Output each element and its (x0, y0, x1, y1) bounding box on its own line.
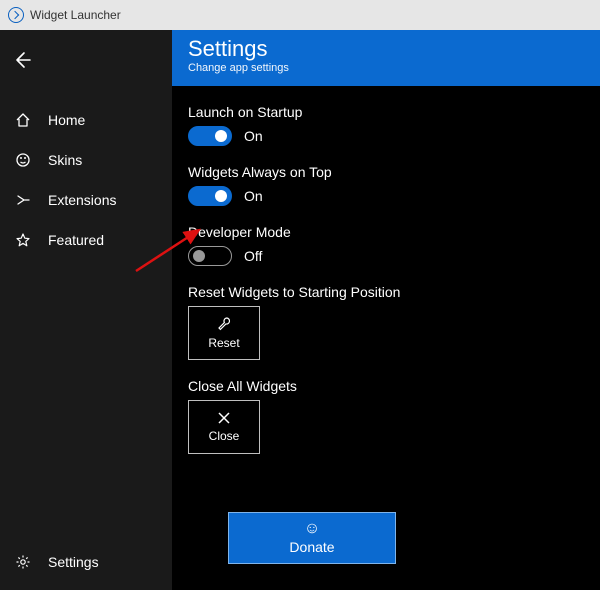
page-header: Settings Change app settings (172, 30, 600, 86)
sidebar-item-label: Skins (48, 152, 82, 168)
toggle-developer-mode[interactable] (188, 246, 232, 266)
app-icon (8, 7, 24, 23)
setting-label: Developer Mode (188, 224, 584, 240)
settings-content: Launch on Startup On Widgets Always on T… (172, 86, 600, 590)
button-label: Reset (208, 336, 239, 350)
donate-button[interactable]: ☺ Donate (228, 512, 396, 564)
setting-label: Widgets Always on Top (188, 164, 584, 180)
sidebar-item-home[interactable]: Home (0, 100, 172, 140)
toggle-state: Off (244, 248, 262, 264)
sidebar-item-extensions[interactable]: Extensions (0, 180, 172, 220)
reset-button[interactable]: Reset (188, 306, 260, 360)
toggle-state: On (244, 188, 263, 204)
setting-developer-mode: Developer Mode Off (188, 224, 584, 266)
nav-list: Home Skins Extensions Featured (0, 100, 172, 542)
setting-reset-widgets: Reset Widgets to Starting Position Reset (188, 284, 584, 360)
sidebar-item-label: Home (48, 112, 85, 128)
skins-icon (14, 151, 32, 169)
sidebar-item-featured[interactable]: Featured (0, 220, 172, 260)
toggle-always-on-top[interactable] (188, 186, 232, 206)
close-all-button[interactable]: Close (188, 400, 260, 454)
sidebar-item-settings[interactable]: Settings (0, 542, 172, 582)
sidebar-item-label: Settings (48, 554, 99, 570)
sidebar: Home Skins Extensions Featured (0, 30, 172, 590)
toggle-launch-on-startup[interactable] (188, 126, 232, 146)
close-icon (217, 411, 231, 425)
sidebar-item-label: Featured (48, 232, 104, 248)
smile-icon: ☺ (304, 521, 320, 537)
toggle-state: On (244, 128, 263, 144)
page-subtitle: Change app settings (188, 62, 584, 74)
sidebar-item-skins[interactable]: Skins (0, 140, 172, 180)
window-title: Widget Launcher (30, 8, 121, 22)
titlebar: Widget Launcher (0, 0, 600, 30)
arrow-left-icon (12, 50, 32, 70)
sidebar-item-label: Extensions (48, 192, 116, 208)
setting-close-all: Close All Widgets Close (188, 378, 584, 454)
main-panel: Settings Change app settings Launch on S… (172, 30, 600, 590)
gear-icon (14, 553, 32, 571)
setting-always-on-top: Widgets Always on Top On (188, 164, 584, 206)
setting-launch-on-startup: Launch on Startup On (188, 104, 584, 146)
extensions-icon (14, 191, 32, 209)
setting-label: Close All Widgets (188, 378, 584, 394)
star-icon (14, 231, 32, 249)
back-button[interactable] (0, 38, 44, 82)
page-title: Settings (188, 36, 584, 62)
wrench-icon (216, 316, 232, 332)
button-label: Donate (289, 539, 334, 555)
setting-label: Launch on Startup (188, 104, 584, 120)
home-icon (14, 111, 32, 129)
button-label: Close (209, 429, 240, 443)
setting-label: Reset Widgets to Starting Position (188, 284, 584, 300)
